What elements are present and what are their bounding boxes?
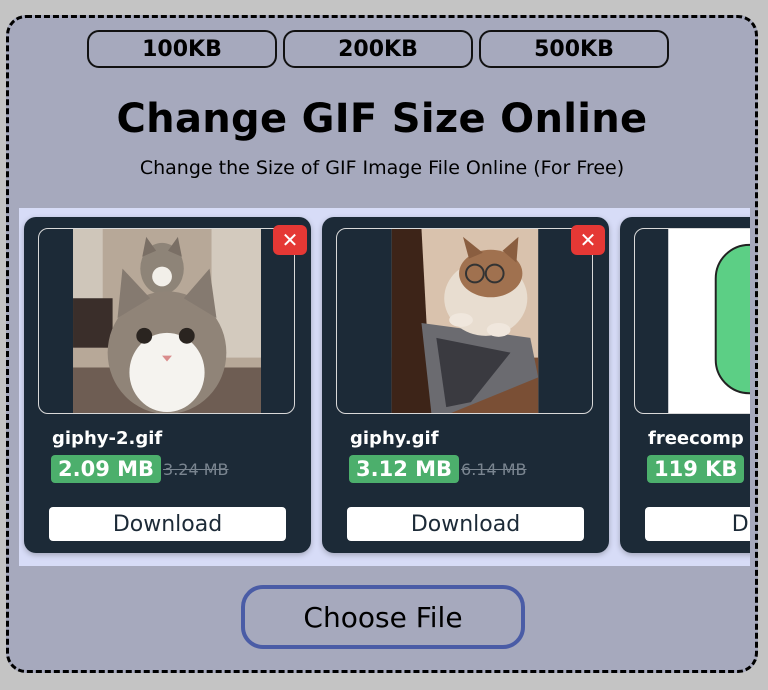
file-sizes: 119 KB <box>647 455 745 483</box>
file-carousel[interactable]: ✕ giphy-2.gif 2.09 MB 3.24 MB Download ✕… <box>19 208 750 566</box>
green-shape-image <box>668 229 750 413</box>
file-thumbnail <box>634 228 750 414</box>
file-list: ✕ giphy-2.gif 2.09 MB 3.24 MB Download ✕… <box>24 217 750 553</box>
compressed-size-badge: 2.09 MB <box>51 455 162 483</box>
page-title: Change GIF Size Online <box>116 96 648 142</box>
file-thumbnail <box>38 228 295 414</box>
file-thumbnail <box>336 228 593 414</box>
download-button[interactable]: Download <box>347 507 584 541</box>
original-size: 3.24 MB <box>163 459 229 479</box>
file-name: giphy-2.gif <box>52 428 163 449</box>
download-button[interactable]: Download <box>49 507 286 541</box>
size-presets: 100KB 200KB 500KB <box>87 30 675 68</box>
preset-200kb-button[interactable]: 200KB <box>283 30 473 68</box>
file-card: freecomp 119 KB Dov <box>620 217 750 553</box>
file-sizes: 3.12 MB 6.14 MB <box>349 455 527 483</box>
preset-100kb-button[interactable]: 100KB <box>87 30 277 68</box>
choose-file-button[interactable]: Choose File <box>241 585 525 649</box>
cat-laptop-image <box>391 229 539 413</box>
gif-resizer-panel: 100KB 200KB 500KB Change GIF Size Online… <box>6 15 758 673</box>
file-name: giphy.gif <box>350 428 439 449</box>
remove-file-button[interactable]: ✕ <box>273 225 307 255</box>
remove-file-button[interactable]: ✕ <box>571 225 605 255</box>
compressed-size-badge: 3.12 MB <box>349 455 460 483</box>
download-button[interactable]: Dov <box>645 507 750 541</box>
file-name: freecomp <box>648 428 744 449</box>
page-subtitle: Change the Size of GIF Image File Online… <box>139 157 625 179</box>
compressed-size-badge: 119 KB <box>647 455 745 483</box>
cats-image <box>73 229 261 413</box>
download-label: Dov <box>731 511 750 537</box>
file-card: ✕ giphy.gif 3.12 MB 6.14 MB Download <box>322 217 609 553</box>
preset-500kb-button[interactable]: 500KB <box>479 30 669 68</box>
file-card: ✕ giphy-2.gif 2.09 MB 3.24 MB Download <box>24 217 311 553</box>
original-size: 6.14 MB <box>461 459 527 479</box>
file-sizes: 2.09 MB 3.24 MB <box>51 455 229 483</box>
